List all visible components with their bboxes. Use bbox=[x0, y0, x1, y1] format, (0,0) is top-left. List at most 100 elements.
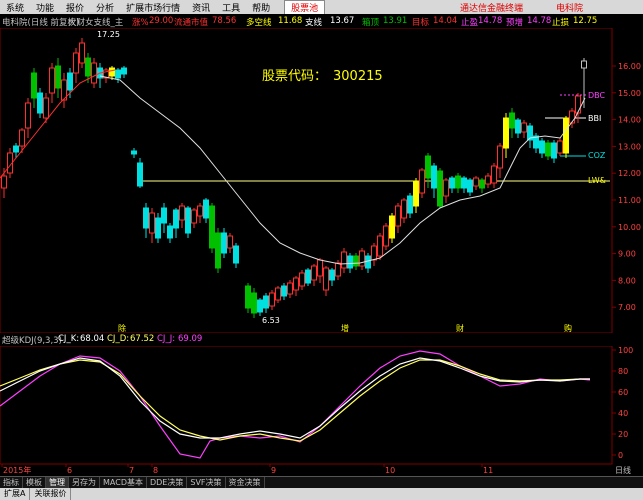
short-label: 多空线 bbox=[246, 18, 272, 28]
candle bbox=[245, 283, 251, 313]
loss-label: 止损 bbox=[552, 18, 570, 28]
change-label: 支线 bbox=[305, 18, 323, 28]
event-marker[interactable]: 增 bbox=[341, 323, 349, 333]
indicator-tab-bar: 指标 模板 管理 另存为 MACD基本 DDE决策 SVF决策 资金决策 bbox=[0, 476, 643, 488]
price-tick-label: 11.00 bbox=[618, 196, 641, 205]
loss-value: 12.75 bbox=[573, 16, 598, 26]
price-tick-label: 16.00 bbox=[618, 62, 641, 71]
candle bbox=[137, 158, 143, 188]
menu-stock-pool[interactable]: 股票池 bbox=[284, 0, 326, 15]
date-tick-label: 10 bbox=[385, 466, 395, 475]
coz-line-label: COZ bbox=[588, 151, 606, 160]
candle bbox=[37, 88, 43, 118]
kdj-tick-label: 40 bbox=[618, 409, 628, 418]
candle bbox=[209, 203, 215, 253]
date-tick-label: 9 bbox=[271, 466, 276, 475]
high-price-marker: 17.25 bbox=[97, 30, 120, 39]
candle bbox=[419, 168, 425, 198]
menu-analysis[interactable]: 分析 bbox=[90, 1, 120, 14]
kdj-d-label: CJ_D: bbox=[107, 334, 130, 344]
candle bbox=[275, 286, 281, 303]
kdj-d-value: 67.52 bbox=[130, 334, 155, 344]
warn-value: 14.78 bbox=[527, 16, 552, 26]
kdj-tick-label: 100 bbox=[618, 346, 633, 355]
menu-tools[interactable]: 工具 bbox=[216, 1, 246, 14]
tab-indicator[interactable]: 指标 bbox=[0, 477, 23, 488]
kdj-k-label: CJ_K: bbox=[58, 334, 80, 344]
candle bbox=[383, 223, 389, 250]
event-marker[interactable]: 除 bbox=[118, 323, 126, 333]
lwr-line-label: LW& bbox=[588, 176, 606, 185]
event-marker[interactable]: 购 bbox=[564, 323, 572, 333]
kdj-indicator-chart[interactable]: 100 80 60 40 20 0 2015年 6 7 8 9 10 11 日线 bbox=[0, 346, 643, 476]
price-tick-label: 13.00 bbox=[618, 142, 641, 151]
stock-name: 电科院 bbox=[556, 3, 584, 14]
menu-info[interactable]: 资讯 bbox=[186, 1, 216, 14]
candle bbox=[221, 228, 227, 258]
candle bbox=[377, 233, 383, 260]
bbi-line-label: BBI bbox=[588, 114, 601, 123]
candle bbox=[215, 228, 221, 273]
price-tick-label: 9.00 bbox=[618, 250, 636, 259]
win-value: 14.78 bbox=[478, 16, 503, 26]
indicator-info-bar: 电科院(日线 前复权) 大财女支线_主 涨% 29.00 流通市值 78.56 … bbox=[0, 14, 643, 28]
kdj-title: 超级KDJ(9,3,3) bbox=[2, 336, 62, 346]
box-value: 13.91 bbox=[383, 16, 408, 26]
date-axis: 2015年 6 7 8 9 10 11 bbox=[1, 464, 493, 475]
date-tick-label: 7 bbox=[129, 466, 134, 475]
price-tick-label: 10.00 bbox=[618, 223, 641, 232]
date-tick-label: 6 bbox=[67, 466, 72, 475]
flow-label: 流通市值 bbox=[174, 18, 209, 28]
tab-manage[interactable]: 管理 bbox=[46, 477, 69, 488]
menu-system[interactable]: 系统 bbox=[0, 1, 30, 14]
up-label: 涨% bbox=[132, 18, 149, 28]
menu-help[interactable]: 帮助 bbox=[246, 1, 276, 14]
kdj-tick-label: 80 bbox=[618, 367, 628, 376]
price-tick-label: 15.00 bbox=[618, 89, 641, 98]
tab-dde[interactable]: DDE决策 bbox=[147, 477, 188, 488]
status-bar: 扩展A 关联报价 bbox=[0, 488, 643, 500]
menu-bar: 系统 功能 报价 分析 扩展市场行情 资讯 工具 帮助 股票池 通达信金融终端 … bbox=[0, 0, 643, 15]
candle bbox=[389, 213, 395, 243]
status-extend-a[interactable]: 扩展A bbox=[0, 488, 31, 500]
tab-macd[interactable]: MACD基本 bbox=[100, 477, 147, 488]
win-label: 止盈 bbox=[461, 18, 479, 28]
menu-quote[interactable]: 报价 bbox=[60, 1, 90, 14]
up-value: 29.00 bbox=[149, 16, 174, 26]
stop-label: 目标 bbox=[412, 18, 430, 28]
candle bbox=[91, 58, 97, 88]
low-price-marker: 6.53 bbox=[262, 316, 280, 325]
box-label: 箱顶 bbox=[362, 18, 380, 28]
price-tick-label: 12.00 bbox=[618, 169, 641, 178]
kdj-tick-label: 0 bbox=[618, 451, 623, 460]
tab-fund[interactable]: 资金决策 bbox=[226, 477, 265, 488]
tab-svf[interactable]: SVF决策 bbox=[187, 477, 226, 488]
warn-label: 预增 bbox=[506, 18, 524, 28]
candle bbox=[155, 213, 161, 243]
date-tick-label: 2015年 bbox=[3, 465, 31, 475]
kdj-tick-label: 60 bbox=[618, 388, 628, 397]
candle bbox=[79, 38, 85, 68]
kdj-tick-label: 20 bbox=[618, 430, 628, 439]
candle bbox=[251, 288, 257, 318]
menu-function[interactable]: 功能 bbox=[30, 1, 60, 14]
stock-code: 300215 bbox=[333, 69, 383, 84]
status-linked-quote[interactable]: 关联报价 bbox=[30, 488, 72, 500]
menu-extended-market[interactable]: 扩展市场行情 bbox=[120, 1, 186, 14]
stop-value: 14.04 bbox=[433, 16, 458, 26]
tab-template[interactable]: 模板 bbox=[23, 477, 46, 488]
kdj-j-value: 69.09 bbox=[178, 334, 203, 344]
tab-save-as[interactable]: 另存为 bbox=[69, 477, 100, 488]
flow-value: 78.56 bbox=[212, 16, 237, 26]
candle bbox=[563, 116, 569, 158]
stock-code-label: 股票代码： bbox=[262, 69, 327, 84]
indicator-name: 大财女支线_主 bbox=[68, 18, 124, 28]
price-tick-label: 7.00 bbox=[618, 303, 636, 312]
short-value: 11.68 bbox=[278, 16, 303, 26]
kdj-header: 超级KDJ(9,3,3) CJ_K: 68.04 CJ_D: 67.52 CJ_… bbox=[0, 333, 643, 346]
candlestick-chart[interactable]: 16.00 15.00 14.00 13.00 12.00 11.00 10.00 9.00 8… bbox=[0, 28, 643, 333]
price-tick-label: 8.00 bbox=[618, 276, 636, 285]
event-marker[interactable]: 财 bbox=[456, 323, 464, 333]
broker-name: 通达信金融终端 bbox=[460, 3, 524, 14]
candle bbox=[557, 138, 563, 156]
